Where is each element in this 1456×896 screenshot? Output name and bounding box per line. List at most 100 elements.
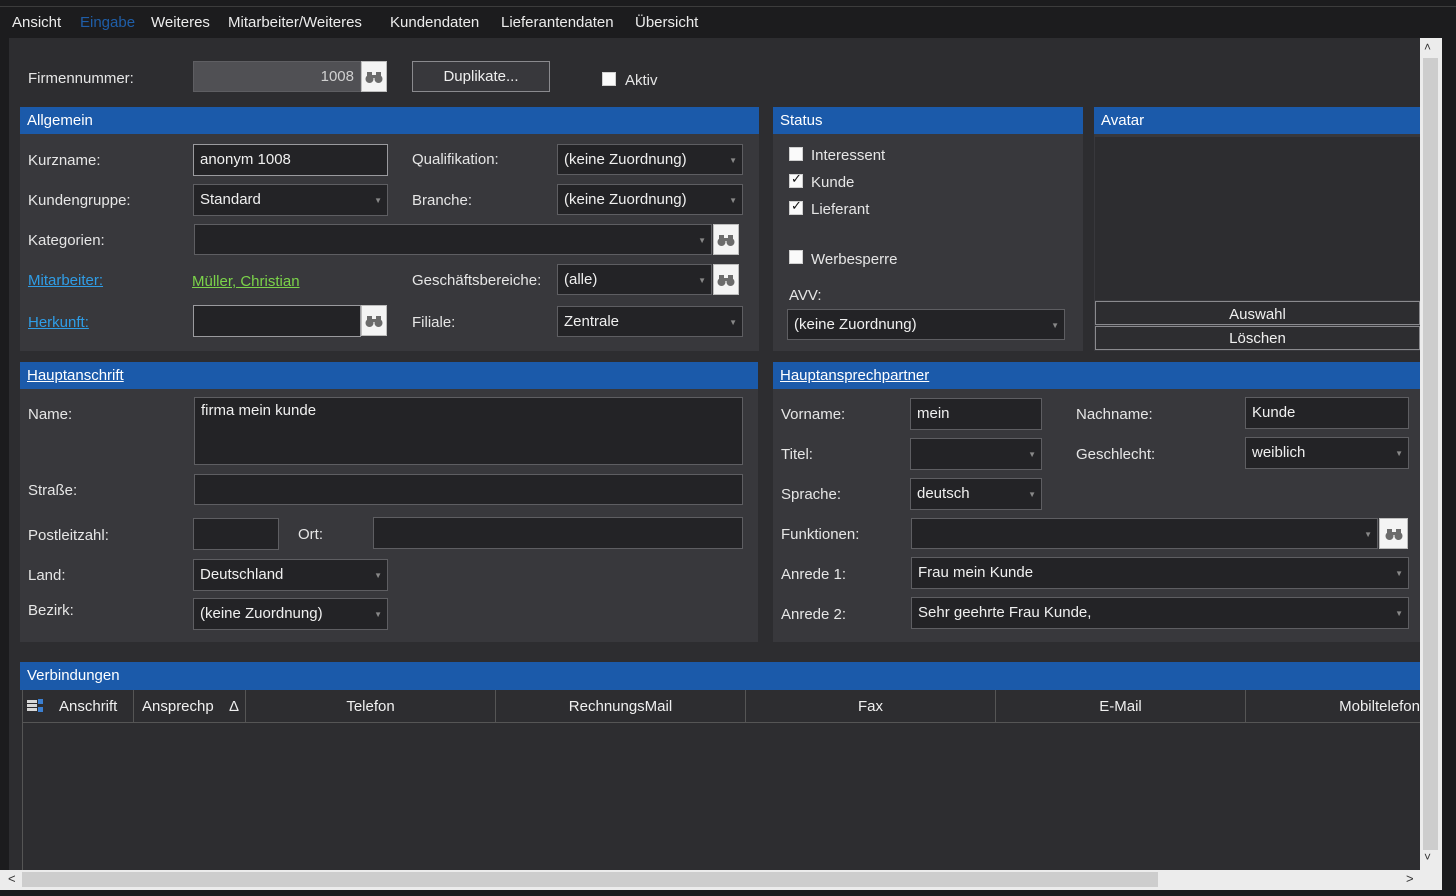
scroll-right-icon[interactable]: > bbox=[1406, 871, 1414, 886]
titel-select[interactable]: ▼ bbox=[910, 438, 1042, 470]
binoculars-icon bbox=[1385, 528, 1402, 540]
firmennummer-field[interactable]: 1008 bbox=[193, 61, 361, 92]
scrollbar-corner bbox=[1420, 870, 1442, 890]
column-chooser-icon[interactable] bbox=[26, 698, 44, 714]
hauptanschrift-header[interactable]: Hauptanschrift bbox=[20, 362, 758, 389]
werbesperre-checkbox[interactable] bbox=[789, 250, 803, 264]
binoculars-icon bbox=[365, 71, 383, 83]
kurzname-label: Kurzname: bbox=[28, 152, 101, 169]
column-fax[interactable]: Fax bbox=[746, 690, 996, 723]
interessent-checkbox[interactable] bbox=[789, 147, 803, 161]
herkunft-search-button[interactable] bbox=[361, 305, 387, 336]
lieferant-checkbox[interactable]: ✓ bbox=[789, 198, 803, 215]
ansprechpartner-header[interactable]: Hauptansprechpartner bbox=[773, 362, 1420, 389]
chevron-down-icon: ▼ bbox=[1395, 569, 1403, 578]
sprache-select[interactable]: deutsch ▼ bbox=[910, 478, 1042, 510]
column-email[interactable]: E-Mail bbox=[996, 690, 1246, 723]
chevron-down-icon: ▼ bbox=[1051, 321, 1059, 330]
geschaeftsbereiche-select[interactable]: (alle) ▼ bbox=[557, 264, 712, 295]
qualifikation-select[interactable]: (keine Zuordnung) ▼ bbox=[557, 144, 743, 175]
sort-ascending-icon: Δ bbox=[229, 698, 240, 715]
loeschen-button[interactable]: Löschen bbox=[1095, 326, 1420, 350]
menu-lieferantendaten[interactable]: Lieferantendaten bbox=[501, 14, 614, 31]
geschaeftsbereiche-search-button[interactable] bbox=[713, 264, 739, 295]
vorname-field[interactable]: mein bbox=[910, 398, 1042, 430]
kurzname-field[interactable]: anonym 1008 bbox=[193, 144, 388, 176]
funktionen-label: Funktionen: bbox=[781, 526, 860, 543]
menu-mitarbeiter-weiteres[interactable]: Mitarbeiter/Weiteres bbox=[228, 14, 362, 31]
avv-value: (keine Zuordnung) bbox=[794, 316, 917, 333]
werbesperre-label: Werbesperre bbox=[811, 251, 898, 268]
herkunft-link[interactable]: Herkunft: bbox=[28, 314, 89, 331]
funktionen-select[interactable]: ▼ bbox=[911, 518, 1378, 549]
scroll-left-icon[interactable]: < bbox=[8, 871, 16, 886]
filiale-select[interactable]: Zentrale ▼ bbox=[557, 306, 743, 337]
firmennummer-search-button[interactable] bbox=[361, 61, 387, 92]
kunde-checkbox[interactable]: ✓ bbox=[789, 171, 803, 188]
geschlecht-select[interactable]: weiblich ▼ bbox=[1245, 437, 1409, 469]
nachname-field[interactable]: Kunde bbox=[1245, 397, 1409, 429]
column-telefon[interactable]: Telefon bbox=[246, 690, 496, 723]
kundengruppe-value: Standard bbox=[200, 191, 261, 208]
kategorien-label: Kategorien: bbox=[28, 232, 105, 249]
anrede1-select[interactable]: Frau mein Kunde ▼ bbox=[911, 557, 1409, 589]
chevron-down-icon: ▼ bbox=[1395, 449, 1403, 458]
menu-kundendaten[interactable]: Kundendaten bbox=[390, 14, 479, 31]
aktiv-checkbox[interactable] bbox=[602, 72, 616, 86]
auswahl-button[interactable]: Auswahl bbox=[1095, 301, 1420, 325]
column-ansprechp[interactable]: Ansprechp Δ bbox=[134, 690, 246, 723]
menu-weiteres[interactable]: Weiteres bbox=[151, 14, 210, 31]
verbindungen-header: Verbindungen bbox=[20, 662, 1420, 690]
vorname-label: Vorname: bbox=[781, 406, 846, 423]
ansprechpartner-title[interactable]: Hauptansprechpartner bbox=[780, 367, 929, 384]
window-right-edge bbox=[1442, 38, 1456, 896]
scroll-down-icon[interactable]: ˅ bbox=[1424, 850, 1431, 864]
funktionen-search-button[interactable] bbox=[1379, 518, 1408, 549]
firmennummer-label: Firmennummer: bbox=[28, 70, 134, 87]
land-select[interactable]: Deutschland ▼ bbox=[193, 559, 388, 591]
column-mobiltelefon[interactable]: Mobiltelefon bbox=[1246, 690, 1421, 723]
qualifikation-label: Qualifikation: bbox=[412, 151, 499, 168]
avatar-image-area[interactable] bbox=[1095, 137, 1420, 300]
grid-header-row: Anschrift Ansprechp Δ Telefon RechnungsMa… bbox=[23, 690, 1421, 723]
filiale-value: Zentrale bbox=[564, 313, 620, 330]
horizontal-scrollbar-thumb[interactable] bbox=[22, 872, 1158, 887]
land-value: Deutschland bbox=[200, 566, 284, 583]
column-anschrift[interactable]: Anschrift bbox=[49, 690, 134, 723]
interessent-label: Interessent bbox=[811, 147, 886, 164]
herkunft-field[interactable] bbox=[193, 305, 361, 337]
strasse-label: Straße: bbox=[28, 482, 78, 499]
kundengruppe-select[interactable]: Standard ▼ bbox=[193, 184, 388, 216]
chevron-down-icon: ▼ bbox=[729, 196, 737, 205]
chevron-down-icon: ▼ bbox=[698, 276, 706, 285]
ort-label: Ort: bbox=[298, 526, 323, 543]
menu-eingabe[interactable]: Eingabe bbox=[80, 14, 135, 31]
hauptanschrift-title[interactable]: Hauptanschrift bbox=[27, 367, 124, 384]
branche-select[interactable]: (keine Zuordnung) ▼ bbox=[557, 184, 743, 215]
duplikate-button[interactable]: Duplikate... bbox=[412, 61, 550, 92]
ort-field[interactable] bbox=[373, 517, 743, 549]
column-rechnungsmail[interactable]: RechnungsMail bbox=[496, 690, 746, 723]
mitarbeiter-value-link[interactable]: Müller, Christian bbox=[192, 273, 300, 290]
kategorien-search-button[interactable] bbox=[713, 224, 739, 255]
avv-select[interactable]: (keine Zuordnung) ▼ bbox=[787, 309, 1065, 340]
scroll-up-icon[interactable]: ˄ bbox=[1424, 40, 1431, 54]
bezirk-label: Bezirk: bbox=[28, 602, 74, 619]
bezirk-select[interactable]: (keine Zuordnung) ▼ bbox=[193, 598, 388, 630]
menu-uebersicht[interactable]: Übersicht bbox=[635, 14, 698, 31]
checkmark-icon: ✓ bbox=[791, 198, 802, 213]
anrede2-value: Sehr geehrte Frau Kunde, bbox=[918, 604, 1092, 621]
menu-bar bbox=[0, 8, 1456, 38]
binoculars-icon bbox=[365, 315, 383, 327]
vertical-scrollbar-thumb[interactable] bbox=[1423, 58, 1438, 850]
menu-ansicht[interactable]: Ansicht bbox=[12, 14, 61, 31]
branche-value: (keine Zuordnung) bbox=[564, 191, 687, 208]
anrede2-select[interactable]: Sehr geehrte Frau Kunde, ▼ bbox=[911, 597, 1409, 629]
kategorien-select[interactable]: ▼ bbox=[194, 224, 712, 255]
mitarbeiter-link[interactable]: Mitarbeiter: bbox=[28, 272, 103, 289]
plz-label: Postleitzahl: bbox=[28, 527, 109, 544]
verbindungen-grid[interactable]: Anschrift Ansprechp Δ Telefon RechnungsMa… bbox=[22, 690, 1421, 870]
plz-field[interactable] bbox=[193, 518, 279, 550]
strasse-field[interactable] bbox=[194, 474, 743, 505]
name-field[interactable]: firma mein kunde bbox=[194, 397, 743, 465]
